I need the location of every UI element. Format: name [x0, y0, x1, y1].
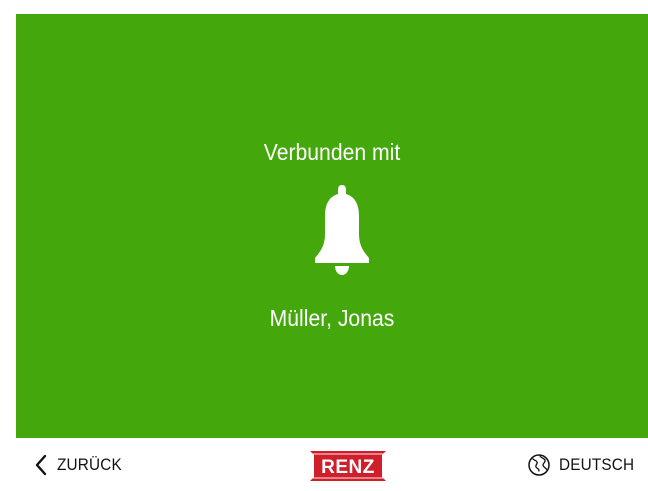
- bell-icon: [315, 185, 369, 275]
- globe-icon: [528, 454, 550, 476]
- bottom-navigation: ZURÜCK RENZ DEUTSCH: [16, 438, 648, 491]
- connection-panel: Verbunden mit Müller, Jonas: [16, 14, 648, 438]
- back-button-label: ZURÜCK: [57, 455, 122, 474]
- back-button[interactable]: ZURÜCK: [34, 449, 129, 481]
- connection-status-title: Verbunden mit: [263, 139, 401, 165]
- svg-text:RENZ: RENZ: [321, 457, 375, 478]
- intercom-screen: Verbunden mit Müller, Jonas ZURÜCK RENZ: [0, 0, 648, 491]
- connected-contact-name: Müller, Jonas: [269, 305, 395, 331]
- language-button[interactable]: DEUTSCH: [527, 449, 643, 481]
- chevron-left-icon: [35, 454, 47, 476]
- renz-logo: RENZ: [310, 451, 386, 481]
- language-label: DEUTSCH: [559, 455, 635, 474]
